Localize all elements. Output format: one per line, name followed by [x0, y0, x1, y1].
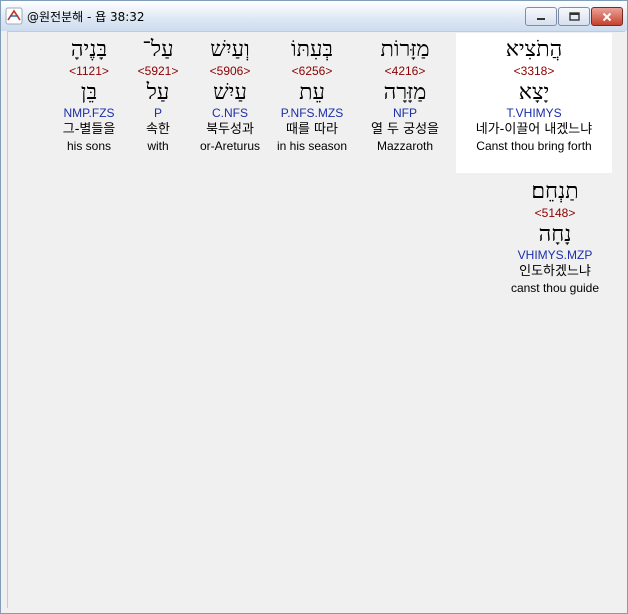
word-block[interactable]: תַנְחֵם׃ <5148> נָחָה VHIMYS.MZP 인도하겠느냐 …	[498, 175, 612, 296]
word-block[interactable]: בְּעִתּוֹ <6256> עֵת P.NFS.MZS 때를 따라 in …	[270, 33, 354, 154]
hebrew-root: מַזָּרָה	[383, 80, 427, 105]
word-block[interactable]: עַל־ <5921> עַל P 속한 with	[132, 33, 184, 154]
strong-number[interactable]: <5148>	[498, 206, 612, 221]
strong-number[interactable]: <5921>	[132, 64, 184, 79]
english-gloss: canst thou guide	[510, 281, 600, 295]
hebrew-root: עֵת	[299, 80, 325, 105]
english-gloss: Canst thou bring forth	[476, 139, 592, 153]
morph-code: C.NFS	[212, 106, 248, 120]
english-gloss: with	[147, 139, 169, 153]
hebrew-root: יָצָא	[518, 80, 550, 105]
korean-gloss: 열 두 궁성을	[370, 122, 440, 137]
minimize-icon	[537, 17, 545, 20]
maximize-button[interactable]	[558, 7, 590, 26]
word-block[interactable]: מַזָּרוֹת <4216> מַזָּרָה NFP 열 두 궁성을 Ma…	[358, 33, 452, 154]
english-gloss: his sons	[66, 139, 112, 153]
korean-gloss: 때를 따라	[286, 122, 338, 137]
hebrew-root: בֵּן	[80, 80, 98, 105]
strong-number[interactable]: <5906>	[192, 64, 268, 79]
word-block[interactable]: בָּנֶיהָ <1121> בֵּן NMP.FZS 그-별들을 his s…	[52, 33, 126, 154]
hebrew-word: עַל־	[142, 37, 174, 62]
hebrew-word: תַנְחֵם׃	[531, 179, 579, 204]
close-icon	[602, 12, 612, 21]
strong-number[interactable]: <3318>	[456, 64, 612, 79]
english-gloss: Mazzaroth	[376, 139, 434, 153]
morph-code: P.NFS.MZS	[280, 106, 344, 120]
minimize-button[interactable]	[525, 7, 557, 26]
korean-gloss: 속한	[146, 122, 170, 137]
english-gloss: in his season	[276, 139, 348, 153]
hebrew-word: מַזָּרוֹת	[380, 37, 430, 62]
strong-number[interactable]: <6256>	[270, 64, 354, 79]
maximize-icon	[568, 12, 580, 21]
window-title: @원전분해 - 욥 38:32	[27, 10, 145, 24]
korean-gloss: 네가-이끌어 내겠느냐	[475, 122, 593, 137]
korean-gloss: 인도하겠느냐	[519, 264, 591, 279]
app-icon	[5, 7, 23, 25]
strong-number[interactable]: <4216>	[358, 64, 452, 79]
strong-number[interactable]: <1121>	[52, 64, 126, 79]
morph-code: NFP	[393, 106, 417, 120]
word-block[interactable]: וְעַיִשׁ <5906> עַיִשׁ C.NFS 북두성과 or-Are…	[192, 33, 268, 154]
morph-code: NMP.FZS	[63, 106, 115, 120]
english-gloss: or-Areturus	[199, 139, 261, 153]
hebrew-root: עַל	[146, 80, 170, 105]
word-block[interactable]: הֲתֹצִיא <3318> יָצָא T.VHIMYS 네가-이끌어 내겠…	[456, 33, 612, 173]
analysis-panel: הֲתֹצִיא <3318> יָצָא T.VHIMYS 네가-이끌어 내겠…	[7, 31, 625, 608]
korean-gloss: 북두성과	[206, 122, 254, 137]
hebrew-root: עַיִשׁ	[213, 80, 247, 105]
morph-code: P	[153, 106, 162, 120]
hebrew-word: וְעַיִשׁ	[210, 37, 250, 62]
hebrew-word: בְּעִתּוֹ	[290, 37, 334, 62]
close-button[interactable]	[591, 7, 623, 26]
title-bar[interactable]: @원전분해 - 욥 38:32	[1, 1, 627, 31]
morph-code: T.VHIMYS	[506, 106, 562, 120]
morph-code: VHIMYS.MZP	[517, 248, 593, 262]
korean-gloss: 그-별들을	[62, 122, 116, 137]
hebrew-root: נָחָה	[538, 222, 572, 247]
hebrew-word: הֲתֹצִיא	[505, 37, 563, 62]
hebrew-word: בָּנֶיהָ	[70, 37, 108, 62]
app-window: @원전분해 - 욥 38:32 הֲתֹצִיא <3318> יָצָא T.…	[0, 0, 628, 614]
